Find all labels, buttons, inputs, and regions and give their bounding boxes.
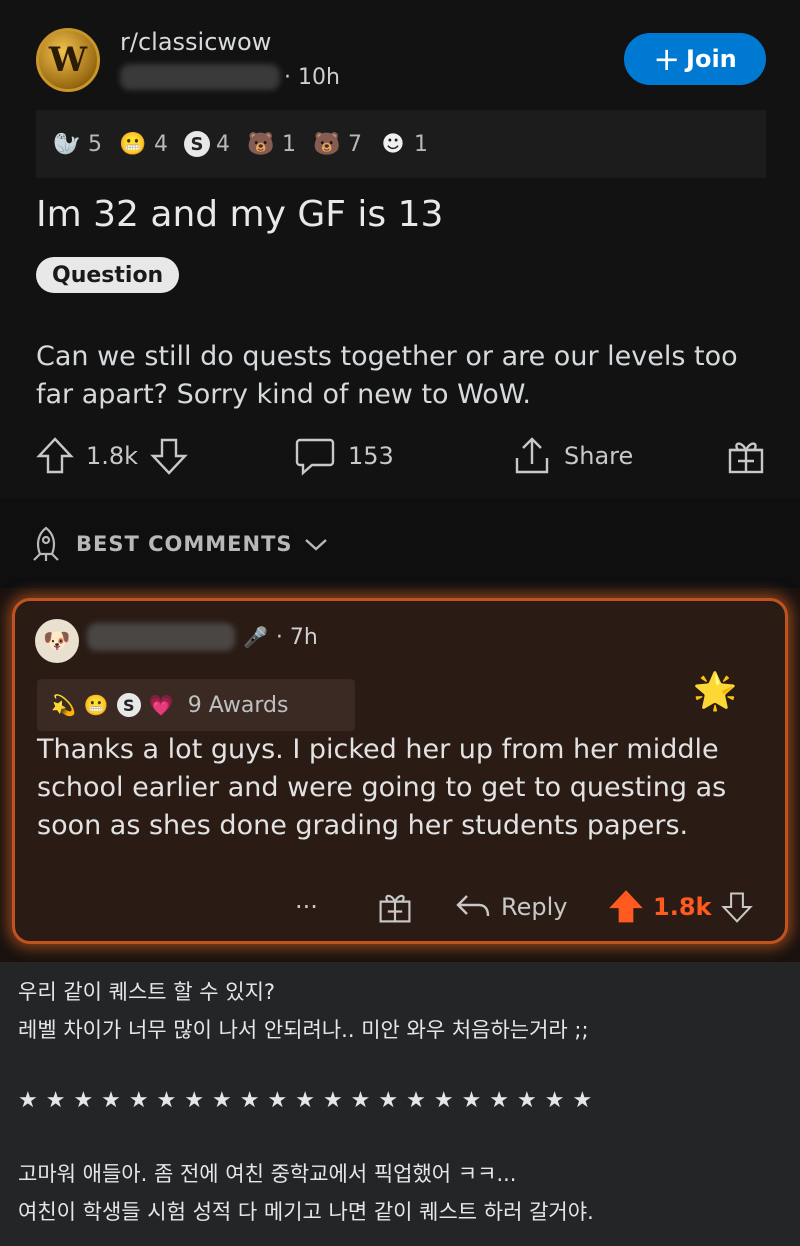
silver-icon: S — [116, 693, 141, 717]
award-count: 5 — [88, 131, 102, 157]
award-count: 1 — [414, 131, 428, 157]
reply-arrow-icon — [456, 895, 490, 917]
sort-label: BEST COMMENTS — [76, 532, 293, 556]
award-button[interactable] — [726, 432, 766, 480]
post-flair[interactable]: Question — [36, 257, 180, 293]
more-options-label: ··· — [295, 893, 318, 921]
comment-time: · 7h — [275, 624, 318, 650]
caption-line-1: 우리 같이 퀘스트 할 수 있지? — [18, 980, 276, 1004]
post-awards-bar[interactable]: 🦭 5 😬 4 S4 🐻 1 🐻 7 ☻ 1 — [36, 110, 766, 178]
comment-score: 1.8k — [653, 893, 712, 921]
comment-body: Thanks a lot guys. I picked her up from … — [37, 734, 727, 841]
sort-bar: BEST COMMENTS — [0, 498, 800, 588]
caption-line-4: 여친이 학생들 시험 성적 다 메기고 나면 같이 퀘스트 하러 갈거야. — [18, 1200, 594, 1224]
award-item: 😬 4 — [118, 129, 168, 159]
plus-icon: + — [653, 40, 681, 78]
wholesome-seal-icon: 🦭 — [53, 131, 81, 157]
chevron-down-icon — [304, 539, 327, 551]
caption-divider: ★★★★★★★★★★★★★★★★★★★★★ — [18, 1088, 601, 1113]
awards-count-label: 9 Awards — [187, 692, 289, 718]
award-count: 4 — [154, 131, 168, 157]
gift-icon — [379, 894, 411, 923]
award-count: 4 — [216, 131, 230, 157]
reply-label: Reply — [501, 893, 568, 921]
comment-section: 🐶 🎤 · 7h 💫 😬 S 💗 9 Awards 🌟 Thanks a lot… — [0, 588, 800, 962]
award-item: 🐻 1 — [246, 129, 296, 159]
post-body: Can we still do quests together or are o… — [36, 341, 738, 410]
rocket-icon — [33, 526, 59, 561]
snoo-icon: ☻ — [381, 131, 405, 157]
vote-group: 1.8k — [36, 432, 188, 480]
award-count: 1 — [282, 131, 296, 157]
post-actions: 1.8k 153 Share — [36, 432, 776, 480]
post-score: 1.8k — [86, 442, 139, 470]
post-header: W r/classicwow · 10h — [36, 28, 340, 92]
share-button[interactable]: Share — [512, 432, 633, 480]
downvote-icon[interactable] — [721, 890, 754, 924]
downvote-icon[interactable] — [150, 436, 188, 476]
post-card: W r/classicwow · 10h + Join 🦭 5 😬 4 S4 🐻 1 🐻… — [0, 0, 800, 498]
more-options-button[interactable]: ··· — [295, 883, 318, 931]
bear-icon: 🐻 — [247, 131, 275, 157]
sparkle-award-icon: 💫 — [51, 693, 76, 717]
wow-logo-icon: W — [48, 40, 88, 80]
comment-awards-bar[interactable]: 💫 😬 S 💗 9 Awards — [37, 679, 355, 731]
caption-line-3: 고마워 애들아. 좀 전에 여친 중학교에서 픽업했어 ㅋㅋ... — [18, 1162, 517, 1186]
translation-caption: 우리 같이 퀘스트 할 수 있지? 레벨 차이가 너무 많이 나서 안되려나..… — [0, 962, 800, 1246]
subreddit-name[interactable]: r/classicwow — [120, 28, 340, 56]
share-icon — [515, 437, 549, 474]
comment-count: 153 — [348, 442, 394, 470]
redacted-username — [87, 623, 235, 651]
award-item: S4 — [184, 131, 230, 157]
caption-line-2: 레벨 차이가 너무 많이 나서 안되려나.. 미안 와우 처음하는거라 ;; — [18, 1018, 589, 1042]
redacted-username — [120, 64, 280, 90]
post-title[interactable]: Im 32 and my GF is 13 — [36, 194, 443, 235]
comment-meta: 🎤 · 7h — [87, 623, 318, 651]
award-item: 🦭 5 — [52, 129, 102, 159]
join-button[interactable]: + Join — [624, 33, 766, 85]
gift-icon — [728, 442, 764, 474]
top-comment: 🐶 🎤 · 7h 💫 😬 S 💗 9 Awards 🌟 Thanks a lot… — [12, 598, 788, 944]
comment-vote-group: 1.8k — [609, 883, 754, 931]
subreddit-avatar[interactable]: W — [36, 28, 100, 92]
comment-award-button[interactable] — [377, 883, 413, 931]
helpful-icon: 😬 — [119, 131, 147, 157]
award-item: 🐻 7 — [312, 129, 362, 159]
comment-actions: ··· Reply 1.8k — [15, 883, 791, 931]
commenter-avatar[interactable]: 🐶 — [35, 619, 79, 663]
sort-dropdown[interactable]: BEST COMMENTS — [26, 524, 329, 564]
gold-bear-icon: 🐻 — [313, 131, 341, 157]
upvote-icon[interactable] — [36, 436, 74, 476]
shooting-star-icon: 🌟 — [692, 671, 738, 712]
microphone-icon: 🎤 — [243, 625, 268, 649]
comment-bubble-icon — [295, 438, 335, 476]
upvote-active-icon[interactable] — [609, 889, 643, 925]
silver-icon: S — [184, 131, 210, 157]
reply-button[interactable]: Reply — [455, 883, 567, 931]
join-label: Join — [686, 45, 737, 73]
helpful-icon: 😬 — [83, 693, 109, 717]
award-item: ☻ 1 — [378, 129, 428, 159]
post-time: · 10h — [284, 64, 340, 90]
comments-button[interactable]: 153 — [294, 432, 394, 480]
share-label: Share — [564, 442, 634, 470]
award-count: 7 — [348, 131, 362, 157]
heart-eyes-icon: 💗 — [148, 693, 174, 717]
